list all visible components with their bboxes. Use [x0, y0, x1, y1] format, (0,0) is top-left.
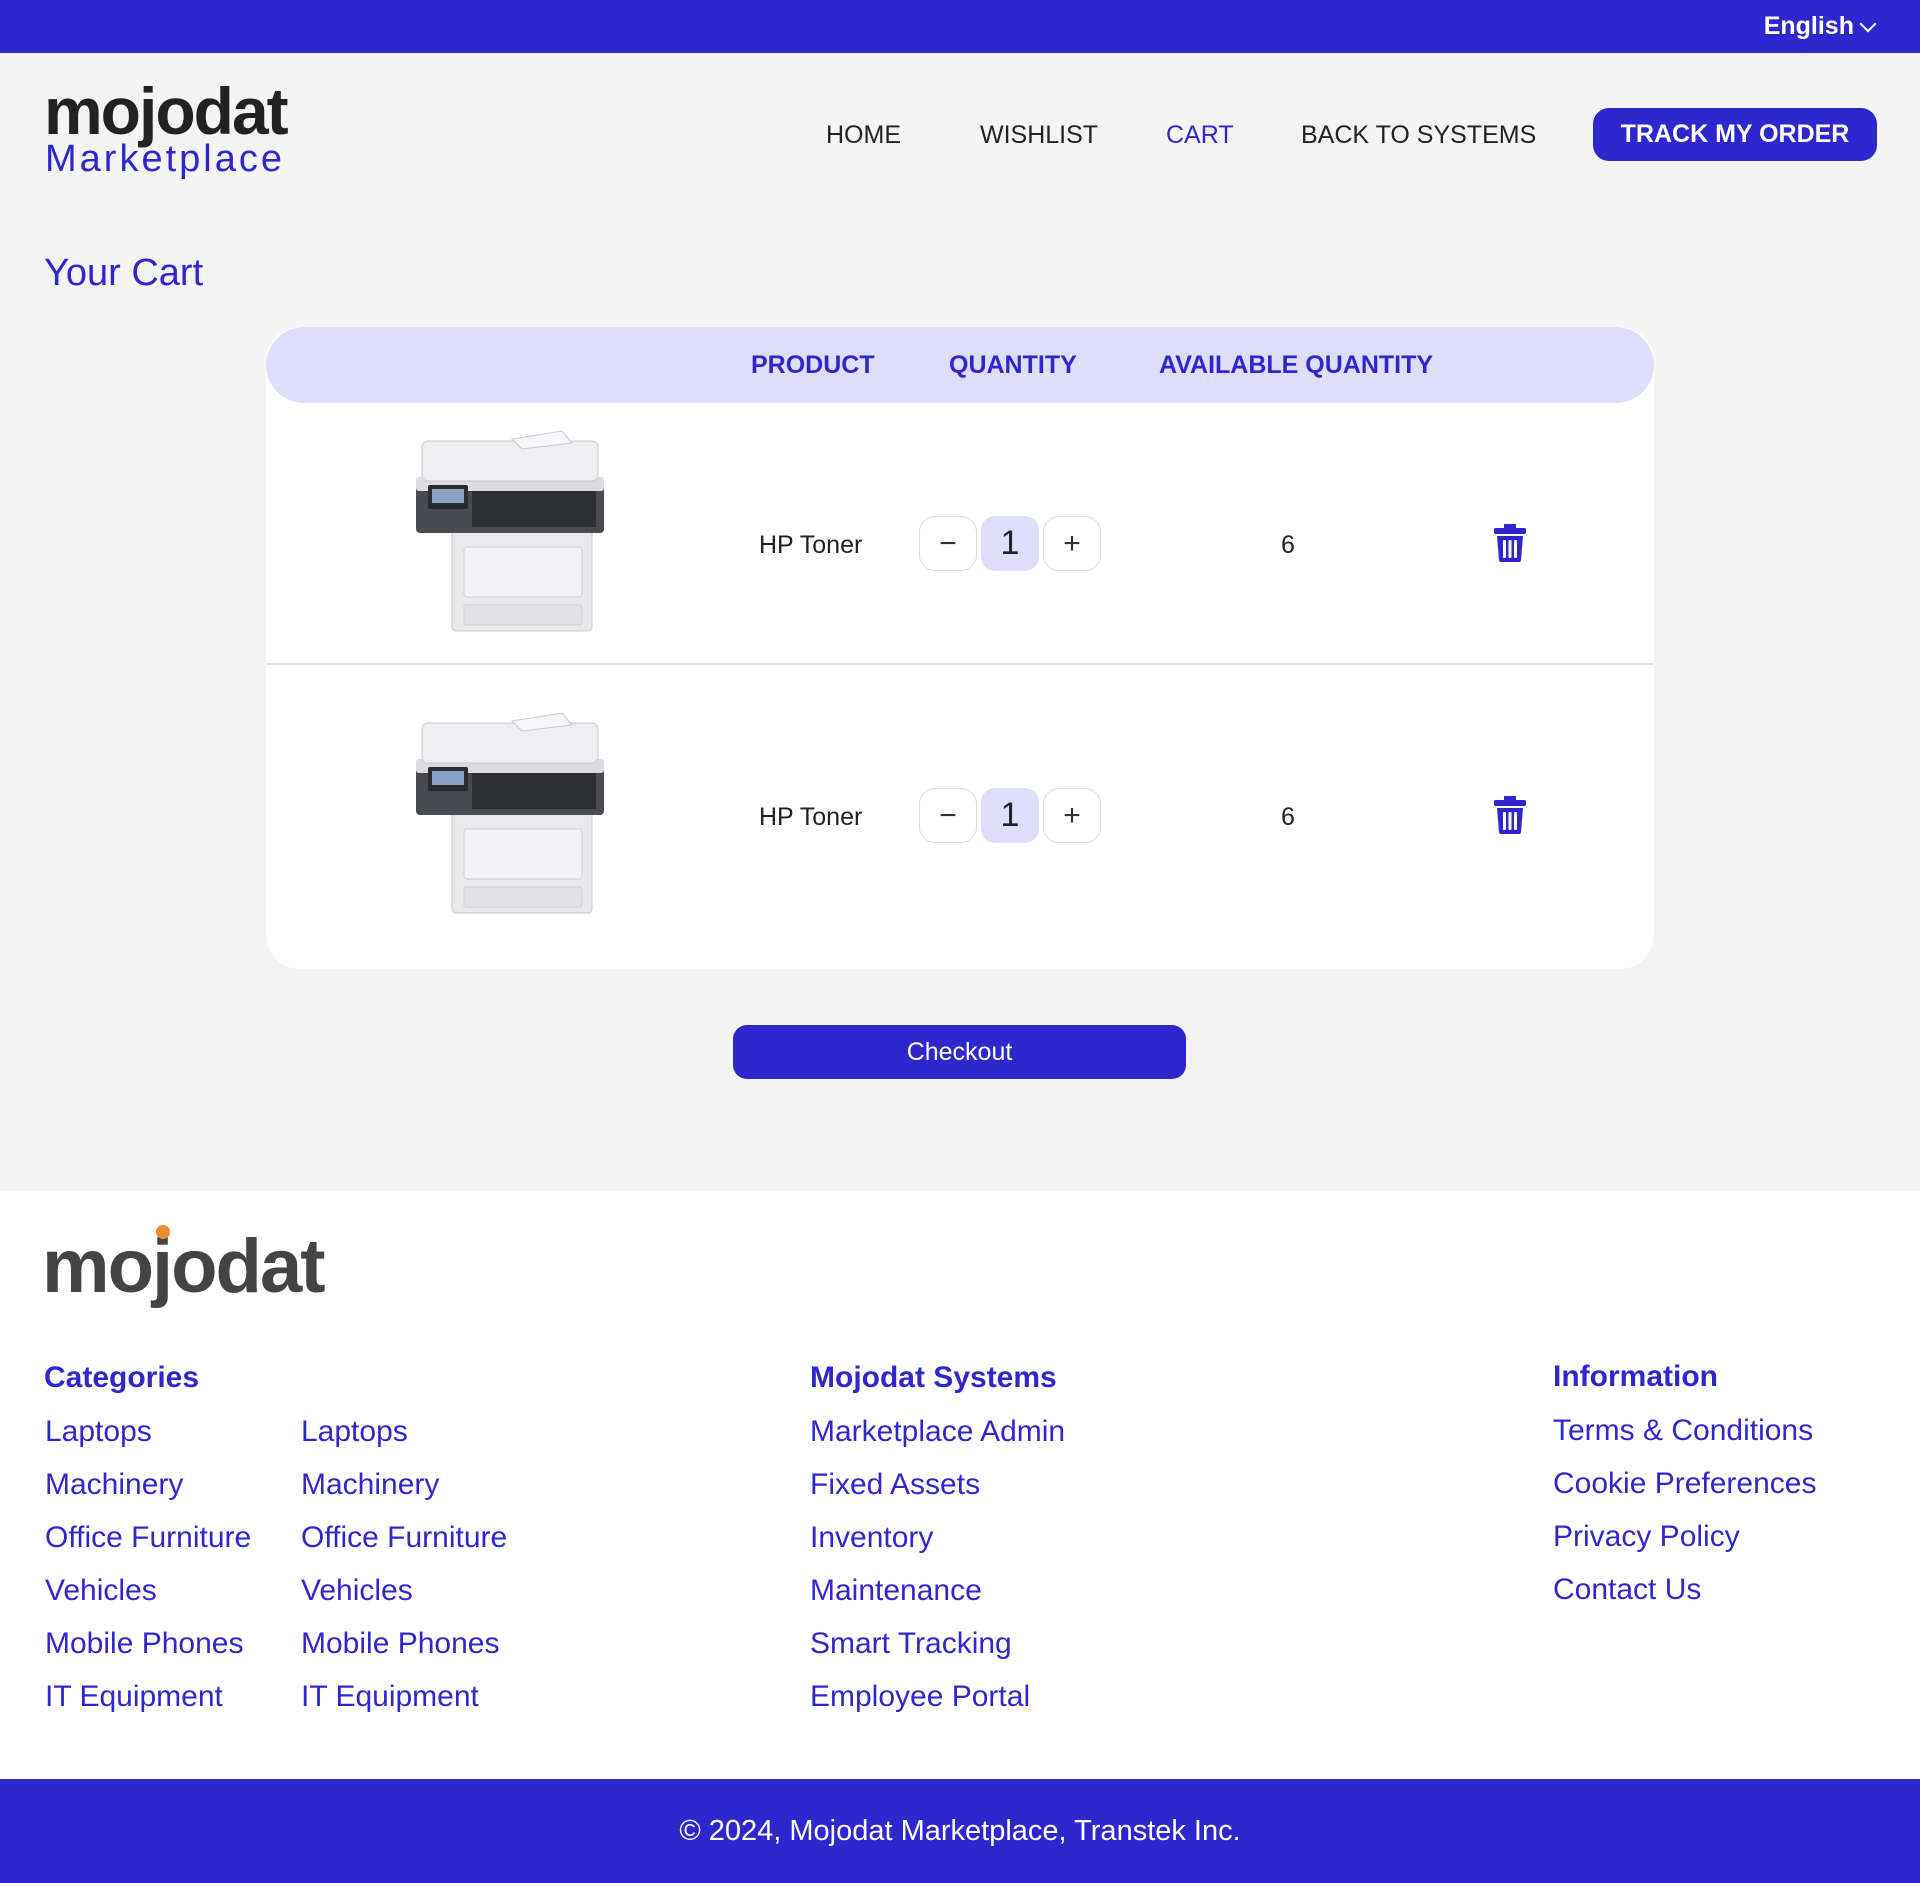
footer-link-system[interactable]: Inventory — [810, 1521, 933, 1555]
footer-logo[interactable]: mojodat — [42, 1225, 326, 1305]
footer-logo-text: mojodat — [42, 1224, 326, 1309]
track-my-order-button[interactable]: TRACK MY ORDER — [1593, 108, 1877, 161]
footer-link-category[interactable]: Vehicles — [301, 1574, 413, 1608]
footer-link-system[interactable]: Fixed Assets — [810, 1468, 980, 1502]
quantity-stepper: − 1 + — [919, 516, 1101, 571]
increase-quantity-button[interactable]: + — [1043, 516, 1101, 571]
quantity-stepper: − 1 + — [919, 788, 1101, 843]
footer-link-system[interactable]: Maintenance — [810, 1574, 982, 1608]
footer-link-category[interactable]: Vehicles — [45, 1574, 157, 1608]
footer-link-category[interactable]: Machinery — [45, 1468, 183, 1502]
nav-cart[interactable]: CART — [1166, 121, 1234, 150]
product-name: HP Toner — [759, 803, 863, 831]
footer-link-contact-us[interactable]: Contact Us — [1553, 1573, 1701, 1607]
footer-link-privacy-policy[interactable]: Privacy Policy — [1553, 1520, 1740, 1554]
nav-wishlist[interactable]: WISHLIST — [980, 121, 1098, 150]
cart-row: HP Toner − 1 + 6 — [266, 403, 1654, 683]
language-selector[interactable]: English — [1763, 12, 1877, 41]
decrease-quantity-button[interactable]: − — [919, 516, 977, 571]
printer-image — [416, 712, 604, 914]
product-name: HP Toner — [759, 531, 863, 559]
available-quantity: 6 — [1281, 803, 1295, 831]
footer-link-system[interactable]: Marketplace Admin — [810, 1415, 1065, 1449]
quantity-value[interactable]: 1 — [981, 516, 1039, 571]
column-header-available-quantity: AVAILABLE QUANTITY — [1159, 351, 1434, 379]
column-header-product: PRODUCT — [751, 351, 875, 379]
footer-link-category[interactable]: Mobile Phones — [45, 1627, 243, 1661]
footer-link-category[interactable]: Office Furniture — [45, 1521, 251, 1555]
top-bar: English — [0, 0, 1920, 53]
footer-link-category[interactable]: Mobile Phones — [301, 1627, 499, 1661]
footer-link-system[interactable]: Smart Tracking — [810, 1627, 1012, 1661]
footer-link-category[interactable]: Machinery — [301, 1468, 439, 1502]
language-label: English — [1763, 12, 1854, 40]
cart-table: PRODUCT QUANTITY AVAILABLE QUANTITY HP T… — [266, 327, 1654, 969]
copyright-text: © 2024, Mojodat Marketplace, Transtek In… — [679, 1814, 1241, 1847]
cart-table-header: PRODUCT QUANTITY AVAILABLE QUANTITY — [266, 327, 1654, 403]
nav-home[interactable]: HOME — [826, 121, 901, 150]
footer-link-category[interactable]: IT Equipment — [45, 1680, 223, 1714]
chevron-down-icon — [1859, 15, 1877, 32]
cart-row: HP Toner − 1 + 6 — [266, 663, 1654, 943]
nav-back-to-systems[interactable]: BACK TO SYSTEMS — [1301, 121, 1536, 150]
footer-heading-information: Information — [1553, 1360, 1718, 1393]
footer-link-category[interactable]: Laptops — [301, 1415, 408, 1449]
footer-link-category[interactable]: Office Furniture — [301, 1521, 507, 1555]
trash-icon[interactable] — [1494, 796, 1526, 834]
footer-link-category[interactable]: IT Equipment — [301, 1680, 479, 1714]
footer-link-system[interactable]: Employee Portal — [810, 1680, 1030, 1714]
footer-link-category[interactable]: Laptops — [45, 1415, 152, 1449]
footer-link-terms[interactable]: Terms & Conditions — [1553, 1414, 1813, 1448]
printer-image — [416, 430, 604, 632]
logo-dot — [156, 1225, 170, 1239]
decrease-quantity-button[interactable]: − — [919, 788, 977, 843]
copyright-bar: © 2024, Mojodat Marketplace, Transtek In… — [0, 1779, 1920, 1883]
logo-subtitle: Marketplace — [45, 138, 285, 180]
footer-heading-categories: Categories — [44, 1361, 200, 1394]
quantity-value[interactable]: 1 — [981, 788, 1039, 843]
available-quantity: 6 — [1281, 531, 1295, 559]
increase-quantity-button[interactable]: + — [1043, 788, 1101, 843]
checkout-button[interactable]: Checkout — [733, 1025, 1186, 1079]
footer: mojodat Categories Laptops Machinery Off… — [0, 1191, 1920, 1779]
footer-heading-systems: Mojodat Systems — [810, 1361, 1057, 1394]
footer-link-cookie-preferences[interactable]: Cookie Preferences — [1553, 1467, 1816, 1501]
page-title: Your Cart — [44, 252, 204, 294]
trash-icon[interactable] — [1494, 524, 1526, 562]
logo-brand[interactable]: mojodat — [44, 78, 289, 144]
column-header-quantity: QUANTITY — [949, 351, 1077, 379]
